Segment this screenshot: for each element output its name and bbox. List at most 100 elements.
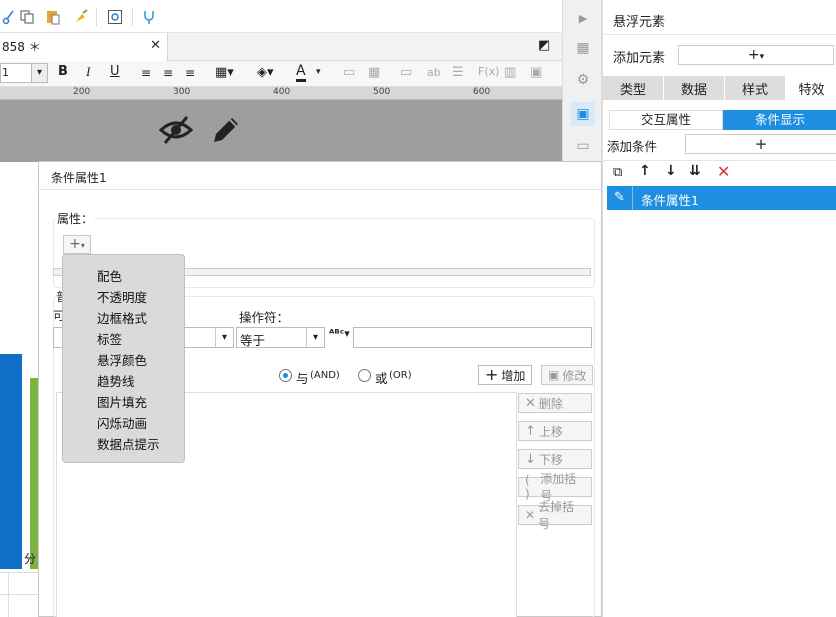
bold-button[interactable]: B (58, 64, 68, 79)
expand-icon[interactable]: ◩ (538, 38, 550, 53)
tab-label: 类型 (619, 82, 646, 98)
layout-icon[interactable]: ▦ (573, 38, 593, 58)
move-down-icon[interactable]: ↓ (665, 163, 677, 179)
operator-select[interactable]: 等于 ▾ (236, 327, 325, 348)
cut-icon[interactable] (0, 8, 18, 26)
font-size-value: 1 (2, 66, 9, 79)
image-icon[interactable]: ▣ (530, 65, 542, 80)
add-element-button[interactable]: +▾ (678, 45, 834, 65)
value-input[interactable] (353, 327, 592, 348)
cell-element-icon[interactable]: ▭ (573, 136, 593, 156)
dialog-title: 条件属性1 (39, 162, 601, 190)
float-element-icon[interactable]: ▣ (571, 102, 595, 126)
plugin-icon[interactable] (140, 8, 158, 26)
menu-item-trendline[interactable]: 趋势线 (97, 371, 135, 390)
list-item-label: 条件属性1 (641, 193, 699, 208)
move-down-button[interactable]: ↓ 下移 (518, 449, 592, 469)
menu-item-flash[interactable]: 闪烁动画 (97, 413, 147, 432)
design-canvas (0, 100, 562, 162)
font-color-icon[interactable]: A (296, 63, 306, 82)
border-icon[interactable]: ▦▾ (215, 65, 234, 80)
close-icon[interactable]: ✕ (150, 38, 161, 53)
edit-icon[interactable]: ✎ (607, 186, 633, 210)
add-element-label: 添加元素 (613, 51, 666, 66)
text-button[interactable]: ab (427, 66, 441, 79)
add-property-button[interactable]: +▾ (63, 235, 91, 254)
merge-icon[interactable]: ▭ (343, 65, 355, 80)
menu-item-label[interactable]: 标签 (97, 329, 122, 348)
divider (0, 572, 40, 573)
delete-icon: ✕ (525, 395, 536, 411)
move-bottom-icon[interactable]: ⇊ (689, 163, 701, 179)
chevron-down-icon[interactable]: ▾ (316, 67, 321, 77)
underline-button[interactable]: U (110, 64, 120, 79)
copy-icon[interactable]: ⧉ (613, 165, 622, 180)
widget-settings-icon[interactable]: ⚙ (573, 70, 593, 90)
remove-bracket-label: 去掉括号 (538, 500, 575, 531)
divider (0, 594, 40, 595)
hide-icon[interactable] (158, 112, 194, 151)
fill-color-icon[interactable]: ◈▾ (257, 65, 274, 80)
italic-button[interactable]: I (86, 64, 90, 80)
ruler-tick: 600 (473, 87, 491, 97)
template-tab[interactable]: 858 ＊ ✕ (0, 33, 168, 61)
subtab-interaction[interactable]: 交互属性 (609, 110, 723, 130)
value-type-icon[interactable]: ᴬᴮᶜ▾ (329, 327, 350, 340)
menu-item-image-fill[interactable]: 图片填充 (97, 392, 147, 411)
chevron-down-icon[interactable]: ▾ (31, 64, 47, 82)
add-button-label: 增加 (501, 368, 526, 383)
tab-effects[interactable]: 特效 (786, 76, 836, 100)
delete-button[interactable]: ✕ 删除 (518, 393, 592, 413)
insert-row-icon[interactable]: ▭ (400, 65, 412, 80)
chevron-down-icon[interactable]: ▾ (306, 328, 324, 347)
toolbar-divider (132, 8, 133, 26)
edit-icon[interactable] (208, 114, 242, 151)
collapse-icon[interactable]: ▶ (573, 8, 593, 28)
menu-item-hover-color[interactable]: 悬浮颜色 (97, 350, 147, 369)
menu-item-opacity[interactable]: 不透明度 (97, 287, 147, 306)
subtab-condition-display[interactable]: 条件显示 (723, 110, 836, 130)
paste-icon[interactable] (44, 8, 62, 26)
toolbar-divider (96, 8, 97, 26)
divider (603, 160, 836, 161)
grid-icon[interactable]: ▦ (368, 65, 380, 80)
font-size-select[interactable]: 1 ▾ (0, 63, 48, 83)
add-condition-button[interactable]: + (685, 134, 836, 154)
menu-item-tooltip[interactable]: 数据点提示 (97, 434, 160, 453)
menu-item-border[interactable]: 边框格式 (97, 308, 147, 327)
add-button[interactable]: + 增加 (478, 365, 533, 385)
align-left-icon[interactable]: ≡ (141, 66, 151, 80)
list-icon[interactable]: ☰ (452, 65, 464, 80)
radio-dot (283, 373, 288, 378)
panel-title: 悬浮元素 (613, 15, 666, 30)
preview-icon[interactable] (106, 8, 124, 26)
move-up-button[interactable]: ↑ 上移 (518, 421, 592, 441)
ruler-tick: 400 (273, 87, 291, 97)
or-label: 或 (375, 371, 388, 386)
add-bracket-button[interactable]: ( ) 添加括号 (518, 472, 592, 503)
chart-icon[interactable]: ▥ (504, 65, 516, 80)
format-painter-icon[interactable] (72, 8, 90, 26)
copy-icon[interactable] (18, 8, 36, 26)
tab-style[interactable]: 样式 (725, 76, 785, 100)
tab-type[interactable]: 类型 (603, 76, 663, 100)
delete-button-label: 删除 (538, 396, 563, 411)
delete-icon[interactable]: ✕ (717, 162, 730, 181)
ruler-tick: 300 (173, 87, 191, 97)
and-radio[interactable] (279, 369, 292, 382)
or-radio[interactable] (358, 369, 371, 382)
align-right-icon[interactable]: ≡ (185, 66, 195, 80)
align-center-icon[interactable]: ≡ (163, 66, 173, 80)
divider (603, 34, 836, 35)
modify-button[interactable]: ▣ 修改 (541, 365, 594, 385)
formula-button[interactable]: F(x) (478, 65, 499, 78)
remove-bracket-button[interactable]: ✕ 去掉括号 (518, 500, 592, 531)
chart-bar (0, 354, 22, 569)
move-up-icon[interactable]: ↑ (639, 163, 651, 179)
tab-data[interactable]: 数据 (664, 76, 724, 100)
chevron-down-icon[interactable]: ▾ (215, 328, 233, 347)
condition-list-item[interactable]: ✎ 条件属性1 (607, 186, 836, 210)
dialog-title-text: 条件属性1 (51, 171, 107, 185)
menu-item-color[interactable]: 配色 (97, 266, 122, 285)
tab-label: 样式 (741, 82, 768, 98)
